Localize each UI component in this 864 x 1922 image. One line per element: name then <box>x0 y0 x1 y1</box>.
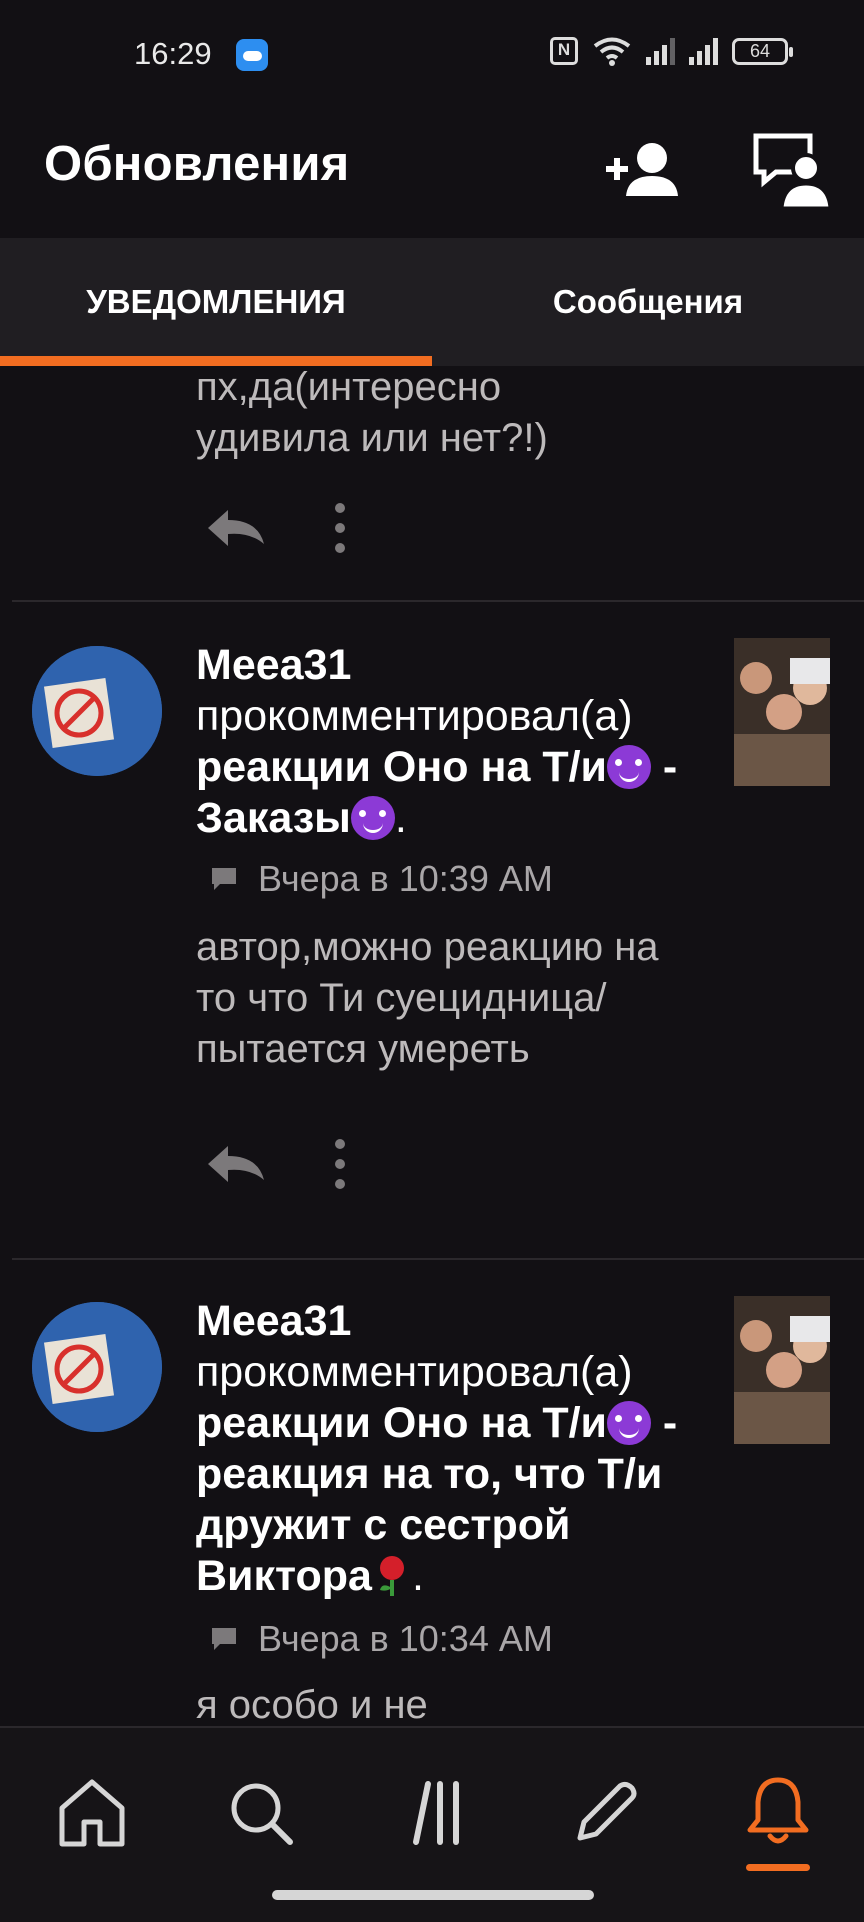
story-cover-image <box>734 1296 830 1444</box>
avatar[interactable] <box>32 1302 162 1432</box>
pencil-icon[interactable] <box>566 1772 646 1852</box>
tab-notifications[interactable]: УВЕДОМЛЕНИЯ <box>0 238 432 360</box>
comment-text: я особо и не <box>196 1683 428 1726</box>
story-title[interactable]: реакции Оно на Т/и - реакция на то, что … <box>196 1399 677 1600</box>
partial-comment-text: пх,да(интересно удивила или нет?!) <box>196 366 548 460</box>
devil-emoji-icon <box>350 796 395 840</box>
username[interactable]: Meea31 <box>196 1297 351 1345</box>
rose-emoji-icon <box>379 1556 404 1596</box>
page-title: Обновления <box>44 137 350 191</box>
comment-icon <box>212 1628 236 1650</box>
app-bar: Обновления <box>0 110 864 238</box>
active-nav-indicator <box>746 1864 810 1871</box>
wifi-icon <box>593 37 631 66</box>
comment-meta: Вчера в 10:34 AM <box>210 1618 553 1660</box>
more-vertical-icon[interactable] <box>320 1136 360 1192</box>
story-thumbnail[interactable] <box>734 638 830 786</box>
action-text: прокомментировал(а) <box>196 692 633 740</box>
devil-emoji-icon <box>606 745 651 789</box>
avatar[interactable] <box>32 646 162 776</box>
avatar-sign-image <box>32 1302 162 1432</box>
status-bar: 16:29 N 64 <box>0 0 864 110</box>
search-icon[interactable] <box>220 1772 300 1852</box>
notification-title: Meea31 прокомментировал(а) реакции Оно н… <box>196 641 678 842</box>
notification-item[interactable]: Meea31 прокомментировал(а) реакции Оно н… <box>0 1260 864 1726</box>
notifications-feed[interactable]: пх,да(интересно удивила или нет?!) Meea3… <box>0 366 864 1726</box>
timestamp: Вчера в 10:34 AM <box>258 1618 553 1659</box>
home-icon[interactable] <box>52 1772 132 1852</box>
status-time: 16:29 <box>134 36 212 71</box>
signal-icon <box>646 37 675 65</box>
conversation-icon[interactable] <box>752 130 832 210</box>
story-thumbnail[interactable] <box>734 1296 830 1444</box>
devil-emoji-icon <box>606 1401 651 1445</box>
tab-bar: УВЕДОМЛЕНИЯ Сообщения <box>0 238 864 366</box>
comment-meta: Вчера в 10:39 AM <box>210 858 553 900</box>
home-gesture-bar[interactable] <box>272 1890 594 1900</box>
story-cover-image <box>734 638 830 786</box>
tab-messages[interactable]: Сообщения <box>432 238 864 360</box>
signal-icon-2 <box>689 37 718 65</box>
nfc-icon: N <box>550 37 578 65</box>
library-icon[interactable] <box>394 1772 474 1852</box>
weather-icon <box>236 39 268 71</box>
reply-icon[interactable] <box>204 1142 268 1186</box>
notification-title: Meea31 прокомментировал(а) реакции Оно н… <box>196 1297 678 1600</box>
comment-icon <box>212 868 236 890</box>
status-icons: N 64 <box>550 36 793 66</box>
story-title[interactable]: реакции Оно на Т/и - Заказы <box>196 743 677 842</box>
bell-icon[interactable] <box>738 1772 818 1852</box>
notification-item[interactable]: Meea31 прокомментировал(а) реакции Оно н… <box>0 602 864 1258</box>
username[interactable]: Meea31 <box>196 641 351 689</box>
reply-icon[interactable] <box>204 506 268 550</box>
battery-icon: 64 <box>732 37 793 65</box>
avatar-sign-image <box>32 646 162 776</box>
add-user-icon[interactable] <box>604 130 684 210</box>
more-vertical-icon[interactable] <box>320 500 360 556</box>
timestamp: Вчера в 10:39 AM <box>258 858 553 899</box>
action-text: прокомментировал(а) <box>196 1348 633 1396</box>
comment-text: автор,можно реакцию на то что Ти суецидн… <box>196 925 659 1071</box>
tab-indicator <box>0 356 432 366</box>
